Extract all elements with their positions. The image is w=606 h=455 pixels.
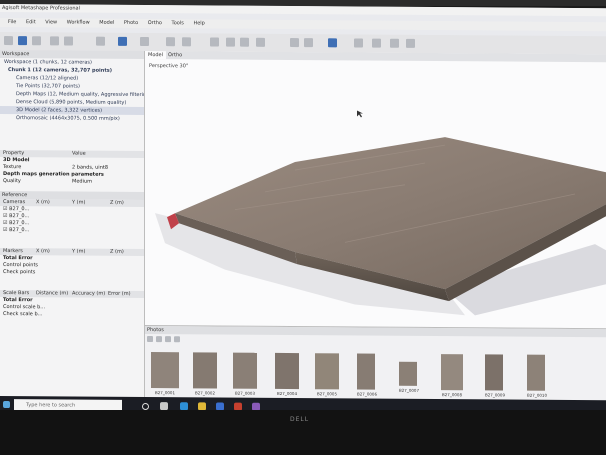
menu-model[interactable]: Model	[99, 19, 114, 28]
marker-flag-icon[interactable]	[390, 38, 399, 48]
property-row: Quality Medium	[0, 178, 144, 186]
photo-thumb[interactable]: B27_0001	[151, 352, 179, 395]
photo-label: B27_0003	[234, 390, 255, 396]
menu-tools[interactable]: Tools	[172, 19, 184, 28]
monitor-bezel-bottom: DELL	[0, 410, 606, 455]
photo-label: B27_0006	[357, 391, 378, 397]
left-panel: Workspace Workspace (1 chunks, 12 camera…	[0, 50, 145, 402]
rectangle-select-icon[interactable]	[96, 36, 105, 46]
scalebars-check: Check scale b...	[3, 311, 43, 318]
task-view-icon[interactable]	[160, 402, 168, 411]
shape-icon[interactable]	[372, 38, 381, 48]
photo-label: B27_0009	[485, 392, 506, 398]
crop-icon[interactable]	[166, 37, 175, 47]
cortana-icon[interactable]	[142, 402, 149, 411]
photo-image	[151, 352, 179, 389]
zoom-in-icon[interactable]	[226, 37, 235, 47]
open-icon[interactable]	[18, 36, 27, 46]
photo-image	[233, 352, 257, 389]
model-viewport[interactable]: Model Ortho Perspective 30°	[145, 51, 606, 329]
undo-icon[interactable]	[50, 36, 59, 46]
photos-rotate-icon[interactable]	[165, 336, 171, 343]
photo-image	[357, 353, 375, 390]
photo-thumb[interactable]: B27_0006	[357, 353, 377, 397]
property-value: Medium	[72, 178, 92, 185]
table-row[interactable]: ☑ B27_0...	[0, 227, 144, 235]
property-label: Texture	[3, 164, 22, 171]
camera-icon[interactable]	[354, 38, 363, 48]
photo-thumb[interactable]: B27_0007	[399, 361, 419, 393]
photo-thumb[interactable]: B27_0002	[193, 352, 217, 396]
menu-edit[interactable]: Edit	[26, 18, 36, 27]
tie-points-icon[interactable]	[406, 38, 415, 48]
delete-selection-icon[interactable]	[182, 37, 191, 47]
new-project-icon[interactable]	[4, 36, 13, 46]
tree-orthomosaic[interactable]: Orthomosaic (4464x3075, 0.500 mm/pix)	[0, 114, 144, 123]
navigation-icon[interactable]	[118, 36, 127, 46]
ruler-icon[interactable]	[210, 37, 219, 47]
model-shaded-icon[interactable]	[328, 38, 337, 48]
camera-name: B27_0...	[9, 220, 30, 227]
photo-label: B27_0010	[527, 392, 548, 398]
photo-thumb[interactable]: B27_0005	[315, 353, 339, 396]
property-label: Depth maps generation parameters	[3, 171, 104, 178]
property-label: Quality	[3, 178, 21, 185]
photo-label: B27_0005	[316, 391, 337, 397]
monitor-brand-logo: DELL	[290, 416, 310, 423]
menu-file[interactable]: File	[8, 18, 16, 27]
photo-label: B27_0008	[441, 392, 462, 398]
camera-name: B27_0...	[9, 227, 30, 234]
menu-help[interactable]: Help	[193, 19, 204, 28]
photo-label: B27_0004	[276, 390, 297, 397]
menu-view[interactable]: View	[45, 18, 57, 27]
photo-image	[485, 354, 503, 391]
photo-image	[193, 352, 217, 389]
property-label: 3D Model	[3, 157, 30, 164]
photo-thumb[interactable]: B27_0010	[527, 354, 547, 398]
reset-view-icon[interactable]	[256, 37, 265, 47]
zoom-out-icon[interactable]	[240, 37, 249, 47]
photo-image	[275, 352, 299, 390]
points-icon[interactable]	[304, 38, 313, 48]
menu-ortho[interactable]: Ortho	[148, 19, 162, 28]
photo-image	[315, 353, 339, 390]
camera-name: B27_0...	[9, 213, 30, 220]
screen: Agisoft Metashape Professional File Edit…	[0, 4, 606, 415]
mesh-model	[155, 110, 606, 316]
markers-check-points: Check points	[3, 269, 36, 276]
camera-name: B27_0...	[9, 206, 30, 213]
menu-workflow[interactable]: Workflow	[67, 18, 90, 27]
photo-thumb[interactable]: B27_0008	[441, 354, 463, 397]
photo-image	[527, 354, 545, 391]
photo-image	[399, 361, 417, 386]
photos-add-icon[interactable]	[147, 336, 153, 343]
menu-photo[interactable]: Photo	[124, 19, 138, 28]
windows-start-icon[interactable]	[3, 401, 10, 409]
photos-view-icon[interactable]	[174, 336, 180, 343]
save-icon[interactable]	[32, 36, 41, 46]
move-region-icon[interactable]	[140, 36, 149, 47]
grid-icon[interactable]	[290, 38, 299, 48]
redo-icon[interactable]	[64, 36, 73, 46]
photo-label: B27_0002	[194, 390, 215, 396]
photo-thumb[interactable]: B27_0009	[485, 354, 505, 398]
photo-image	[441, 354, 463, 391]
photo-label: B27_0007	[399, 387, 420, 393]
photo-thumb[interactable]: B27_0003	[233, 352, 257, 396]
menu-bar: File Edit View Workflow Model Photo Orth…	[0, 18, 606, 32]
photos-remove-icon[interactable]	[156, 336, 162, 343]
photo-thumb[interactable]: B27_0004	[275, 352, 299, 396]
photo-label: B27_0001	[154, 390, 175, 396]
photos-toolbar	[147, 336, 237, 345]
